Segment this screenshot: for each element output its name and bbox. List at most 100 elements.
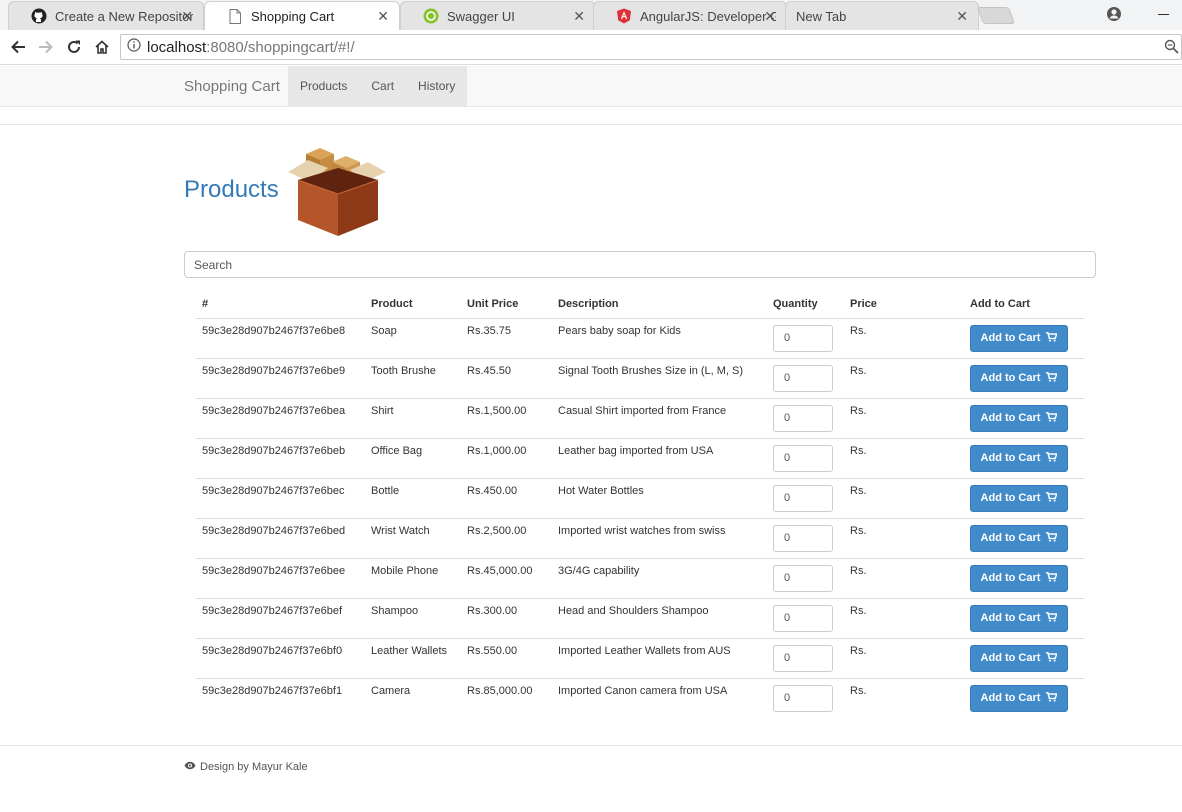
- reload-icon[interactable]: [63, 36, 85, 58]
- browser-tab-swagger[interactable]: Swagger UI ✕: [400, 1, 596, 30]
- action-cell: Add to Cart: [964, 518, 1084, 559]
- product-description: Head and Shoulders Shampoo: [552, 598, 767, 639]
- add-to-cart-button[interactable]: Add to Cart: [970, 604, 1068, 632]
- table-row: 59c3e28d907b2467f37e6bf1 Camera Rs.85,000.…: [196, 678, 1084, 718]
- forward-arrow-icon[interactable]: [35, 36, 57, 58]
- cart-icon: [1046, 651, 1058, 665]
- quantity-input[interactable]: [773, 684, 833, 712]
- back-arrow-icon[interactable]: [7, 36, 29, 58]
- price-cell: Rs.: [844, 638, 964, 679]
- close-icon[interactable]: ✕: [956, 8, 968, 25]
- nav-link-cart[interactable]: Cart: [359, 66, 406, 106]
- browser-tab-shopping-cart[interactable]: Shopping Cart ✕: [204, 1, 400, 30]
- table-row: 59c3e28d907b2467f37e6bee Mobile Phone Rs.4…: [196, 558, 1084, 599]
- page-title: Products: [184, 176, 279, 203]
- swagger-icon: [423, 8, 439, 24]
- minimize-window-button[interactable]: [1158, 14, 1169, 15]
- nav-link-products[interactable]: Products: [288, 66, 359, 106]
- price-cell: Rs.: [844, 358, 964, 399]
- new-tab-button[interactable]: [976, 7, 1016, 24]
- table-row: 59c3e28d907b2467f37e6bef Shampoo Rs.300.00…: [196, 598, 1084, 639]
- quantity-cell: [767, 678, 844, 718]
- quantity-input[interactable]: [773, 444, 833, 472]
- product-id: 59c3e28d907b2467f37e6bf0: [196, 638, 365, 679]
- currency-label: Rs.: [850, 644, 867, 657]
- add-to-cart-button[interactable]: Add to Cart: [970, 484, 1068, 512]
- quantity-input[interactable]: [773, 364, 833, 392]
- nav-link-history[interactable]: History: [406, 66, 467, 106]
- currency-label: Rs.: [850, 564, 867, 577]
- zoom-icon[interactable]: [1164, 39, 1179, 58]
- add-to-cart-label: Add to Cart: [980, 572, 1041, 584]
- close-icon[interactable]: ✕: [377, 8, 389, 25]
- column-header-quantity: Quantity: [767, 290, 844, 319]
- add-to-cart-button[interactable]: Add to Cart: [970, 684, 1068, 712]
- close-icon[interactable]: ✕: [764, 8, 776, 25]
- column-header-price: Price: [844, 290, 964, 319]
- add-to-cart-button[interactable]: Add to Cart: [970, 564, 1068, 592]
- column-header-add-to-cart: Add to Cart: [964, 290, 1084, 319]
- quantity-input[interactable]: [773, 564, 833, 592]
- search-input[interactable]: [184, 251, 1096, 278]
- currency-label: Rs.: [850, 404, 867, 417]
- quantity-input[interactable]: [773, 524, 833, 552]
- quantity-input[interactable]: [773, 404, 833, 432]
- add-to-cart-label: Add to Cart: [980, 612, 1041, 624]
- close-icon[interactable]: ✕: [573, 8, 585, 25]
- app-navbar: Shopping Cart Products Cart History: [0, 66, 1182, 107]
- footer: Design by Mayur Kale: [184, 761, 308, 773]
- product-id: 59c3e28d907b2467f37e6bee: [196, 558, 365, 599]
- price-cell: Rs.: [844, 518, 964, 559]
- add-to-cart-button[interactable]: Add to Cart: [970, 404, 1068, 432]
- navbar-brand[interactable]: Shopping Cart: [184, 78, 280, 95]
- box-logo: [286, 142, 388, 243]
- unit-price-value: 85,000.00: [483, 684, 533, 697]
- product-description: Signal Tooth Brushes Size in (L, M, S): [552, 358, 767, 399]
- tab-title: Shopping Cart: [251, 8, 335, 24]
- product-name: Wrist Watch: [365, 518, 461, 559]
- product-description: Casual Shirt imported from France: [552, 398, 767, 439]
- add-to-cart-button[interactable]: Add to Cart: [970, 524, 1068, 552]
- product-id: 59c3e28d907b2467f37e6bef: [196, 598, 365, 639]
- product-id: 59c3e28d907b2467f37e6bf1: [202, 684, 343, 697]
- product-name: Camera: [371, 684, 411, 697]
- close-icon[interactable]: ✕: [181, 8, 193, 25]
- action-cell: Add to Cart: [964, 398, 1084, 439]
- profile-icon[interactable]: [1106, 6, 1122, 27]
- quantity-input[interactable]: [773, 324, 833, 352]
- tab-title: Create a New Repository: [55, 8, 193, 24]
- product-name: Office Bag: [365, 438, 461, 479]
- table-row: 59c3e28d907b2467f37e6bec Bottle Rs.450.00 H…: [196, 478, 1084, 519]
- add-to-cart-button[interactable]: Add to Cart: [970, 644, 1068, 672]
- table-row: 59c3e28d907b2467f37e6beb Office Bag Rs.1,0…: [196, 438, 1084, 479]
- url-path: :8080/shoppingcart/#!/: [206, 38, 355, 56]
- quantity-cell: [767, 518, 844, 559]
- browser-tab-new-tab[interactable]: New Tab ✕: [785, 1, 979, 30]
- add-to-cart-button[interactable]: Add to Cart: [970, 324, 1068, 352]
- currency-label: Rs.: [467, 684, 484, 697]
- action-cell: Add to Cart: [964, 478, 1084, 519]
- home-icon[interactable]: [91, 36, 113, 58]
- angular-icon: [616, 8, 632, 24]
- add-to-cart-label: Add to Cart: [980, 532, 1041, 544]
- price-cell: Rs.: [844, 478, 964, 519]
- product-id: 59c3e28d907b2467f37e6bec: [196, 478, 365, 519]
- quantity-input[interactable]: [773, 484, 833, 512]
- info-icon[interactable]: [127, 38, 141, 56]
- action-cell: Add to Cart: [964, 638, 1084, 679]
- currency-label: Rs.: [467, 564, 484, 577]
- column-header-id: #: [196, 290, 365, 319]
- quantity-cell: [767, 318, 844, 359]
- unit-price-value: 1,000.00: [483, 444, 527, 457]
- browser-tab-angularjs[interactable]: AngularJS: Developer Gu ✕: [593, 1, 787, 30]
- browser-tab-github[interactable]: Create a New Repository ✕: [8, 1, 204, 30]
- currency-label: Rs.: [850, 604, 867, 617]
- browser-toolbar: localhost:8080/shoppingcart/#!/: [0, 30, 1182, 65]
- add-to-cart-button[interactable]: Add to Cart: [970, 444, 1068, 472]
- address-bar[interactable]: localhost:8080/shoppingcart/#!/: [120, 34, 1182, 60]
- quantity-input[interactable]: [773, 644, 833, 672]
- quantity-input[interactable]: [773, 604, 833, 632]
- action-cell: Add to Cart: [964, 318, 1084, 359]
- cart-icon: [1046, 491, 1058, 505]
- add-to-cart-button[interactable]: Add to Cart: [970, 364, 1068, 392]
